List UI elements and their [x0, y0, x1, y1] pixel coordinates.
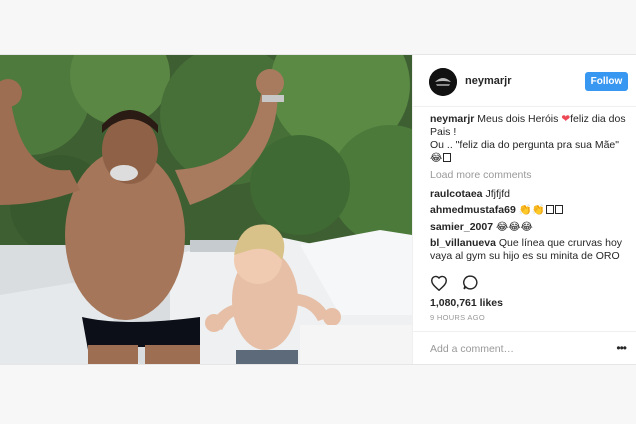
comment-item: bl_villanueva Que línea que crurvas hoy … [430, 237, 630, 263]
heart-outline-icon[interactable] [430, 275, 448, 296]
comment-bubble-icon[interactable] [462, 274, 479, 296]
post-sidebar: neymarjr Follow neymarjr Meus dois Herói… [412, 55, 636, 364]
add-comment-bar: Add a comment… ••• [413, 331, 636, 364]
post-photo[interactable] [0, 55, 412, 364]
comment-item: samier_2007 😂😂😂 [430, 221, 630, 234]
more-options-icon[interactable]: ••• [616, 341, 627, 355]
comment-text: 👏👏 [518, 204, 545, 216]
missing-glyph-icon [443, 153, 452, 162]
post-timestamp: 9 HOURS AGO [430, 313, 485, 322]
missing-glyph-icon [545, 205, 554, 214]
missing-glyph-icon [554, 205, 563, 214]
comment-username[interactable]: raulcotaea [430, 188, 483, 200]
post-username[interactable]: neymarjr [465, 75, 511, 87]
caption-text-3: Ou .. "feliz dia do pergunta pra sua Mãe… [430, 139, 619, 151]
laughing-emoji-icon: 😂 [430, 152, 443, 164]
comments-section: neymarjr Meus dois Heróis ❤feliz dia dos… [430, 113, 630, 267]
photo-illustration [0, 55, 412, 364]
comment-text: Jfjfjfd [485, 187, 510, 200]
comment-username[interactable]: samier_2007 [430, 221, 493, 233]
comment-item: ahmedmustafa69 👏👏 [430, 204, 630, 217]
comment-text: 😂😂😂 [495, 220, 533, 233]
caption: neymarjr Meus dois Heróis ❤feliz dia dos… [430, 113, 630, 165]
post-actions [430, 274, 489, 294]
comment-username[interactable]: bl_villanueva [430, 237, 496, 249]
load-more-comments-link[interactable]: Load more comments [430, 169, 630, 182]
add-comment-input[interactable]: Add a comment… [430, 343, 514, 355]
comment-item: raulcotaea Jfjfjfd [430, 188, 630, 201]
caption-text-1: Meus dois Heróis [477, 113, 559, 125]
post-header: neymarjr Follow [413, 55, 636, 107]
profile-avatar-icon[interactable] [429, 68, 457, 96]
caption-username[interactable]: neymarjr [430, 113, 474, 125]
instagram-post: neymarjr Follow neymarjr Meus dois Herói… [0, 54, 636, 365]
likes-count[interactable]: 1,080,761 likes [430, 297, 503, 309]
comment-username[interactable]: ahmedmustafa69 [430, 204, 516, 216]
heart-emoji-icon: ❤ [561, 113, 571, 125]
follow-button[interactable]: Follow [585, 72, 628, 91]
